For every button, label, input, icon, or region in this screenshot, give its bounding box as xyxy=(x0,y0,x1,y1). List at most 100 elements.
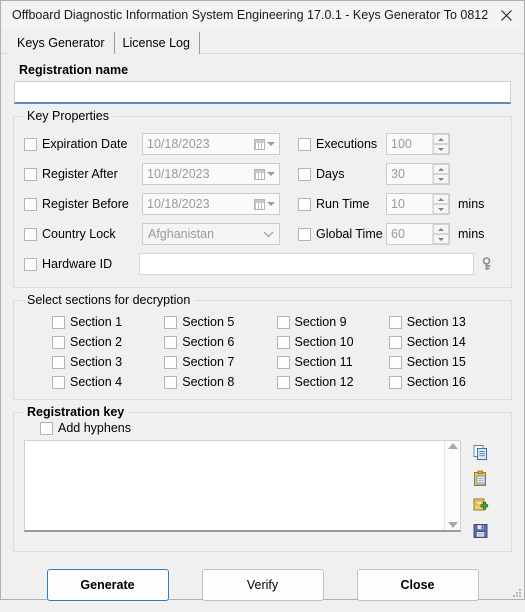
days-spinner[interactable]: 30 xyxy=(386,163,450,185)
country-lock-checkbox[interactable]: Country Lock xyxy=(24,227,142,241)
section-checkbox-11[interactable]: Section 11 xyxy=(276,355,389,369)
expiration-date-dropdown-button[interactable] xyxy=(249,134,279,154)
section-checkbox-2[interactable]: Section 2 xyxy=(52,335,164,349)
tab-keys-generator[interactable]: Keys Generator xyxy=(9,32,115,54)
registration-name-input[interactable] xyxy=(14,81,511,104)
hardware-id-input[interactable] xyxy=(139,253,474,275)
add-key-button[interactable] xyxy=(469,494,493,515)
checkbox-box-icon xyxy=(40,421,53,435)
copy-button[interactable] xyxy=(469,442,493,463)
spinner-up-button[interactable] xyxy=(433,224,449,234)
resize-grip-icon[interactable] xyxy=(510,586,522,598)
global-time-value: 60 xyxy=(391,227,405,241)
key-tool-icon xyxy=(483,257,491,270)
register-before-date-picker[interactable]: 10/18/2023 xyxy=(142,193,280,215)
checkbox-box-icon xyxy=(24,257,37,271)
close-window-button[interactable] xyxy=(488,1,524,30)
registration-key-toolbar xyxy=(461,440,501,541)
days-value: 30 xyxy=(391,167,405,181)
checkbox-box-icon xyxy=(388,335,402,349)
keys-generator-window: Offboard Diagnostic Information System E… xyxy=(0,0,525,601)
section-label: Section 10 xyxy=(294,335,354,349)
chevron-down-icon xyxy=(266,142,275,146)
register-after-label: Register After xyxy=(42,167,118,181)
paste-button[interactable] xyxy=(469,468,493,489)
registration-name-field-wrap xyxy=(13,81,512,104)
registration-key-textarea[interactable] xyxy=(25,441,444,530)
country-lock-combobox[interactable]: Afghanistan xyxy=(142,223,280,245)
section-checkbox-5[interactable]: Section 5 xyxy=(164,315,276,329)
run-time-spinner[interactable]: 10 xyxy=(386,193,450,215)
section-checkbox-8[interactable]: Section 8 xyxy=(164,375,276,389)
registration-key-body: Add hyphens xyxy=(14,413,511,551)
section-checkbox-15[interactable]: Section 15 xyxy=(388,355,501,369)
add-hyphens-label: Add hyphens xyxy=(58,421,131,435)
section-checkbox-1[interactable]: Section 1 xyxy=(52,315,164,329)
tab-license-log[interactable]: License Log xyxy=(114,32,200,54)
section-checkbox-4[interactable]: Section 4 xyxy=(52,375,164,389)
expiration-date-picker[interactable]: 10/18/2023 xyxy=(142,133,280,155)
scroll-down-icon[interactable] xyxy=(447,522,458,528)
global-time-label: Global Time xyxy=(316,227,383,241)
checkbox-box-icon xyxy=(52,335,65,349)
key-properties-left-column: Expiration Date 10/18/2023 Register Afte… xyxy=(24,131,294,251)
hardware-id-checkbox[interactable]: Hardware ID xyxy=(24,257,139,271)
register-before-label: Register Before xyxy=(42,197,129,211)
calendar-icon xyxy=(253,168,265,180)
register-before-checkbox[interactable]: Register Before xyxy=(24,197,142,211)
executions-row: Executions 100 xyxy=(298,131,501,157)
hardware-id-detect-button[interactable] xyxy=(474,253,501,275)
section-checkbox-9[interactable]: Section 9 xyxy=(276,315,389,329)
save-button[interactable] xyxy=(469,520,493,541)
close-button[interactable]: Close xyxy=(356,569,479,601)
checkbox-box-icon xyxy=(52,355,65,369)
key-properties-right-column: Executions 100 Days 30 Run Time 10 mins … xyxy=(294,131,501,251)
expiration-date-checkbox[interactable]: Expiration Date xyxy=(24,137,142,151)
section-checkbox-10[interactable]: Section 10 xyxy=(276,335,389,349)
days-label: Days xyxy=(316,167,345,181)
section-checkbox-6[interactable]: Section 6 xyxy=(164,335,276,349)
add-hyphens-checkbox[interactable]: Add hyphens xyxy=(40,421,501,435)
generate-button[interactable]: Generate xyxy=(46,569,169,601)
combobox-arrow-button[interactable] xyxy=(257,230,279,238)
spinner-down-button[interactable] xyxy=(433,204,449,214)
triangle-down-icon xyxy=(438,237,444,241)
spinner-down-button[interactable] xyxy=(433,234,449,244)
run-time-checkbox[interactable]: Run Time xyxy=(298,197,386,211)
calendar-icon xyxy=(253,198,265,210)
spinner-down-button[interactable] xyxy=(433,144,449,154)
scroll-up-icon[interactable] xyxy=(447,443,458,449)
days-checkbox[interactable]: Days xyxy=(298,167,386,181)
section-checkbox-3[interactable]: Section 3 xyxy=(52,355,164,369)
checkbox-box-icon xyxy=(298,137,311,151)
section-checkbox-7[interactable]: Section 7 xyxy=(164,355,276,369)
section-checkbox-16[interactable]: Section 16 xyxy=(388,375,501,389)
run-time-row: Run Time 10 mins xyxy=(298,191,501,217)
section-label: Section 3 xyxy=(70,355,123,369)
expiration-date-value: 10/18/2023 xyxy=(147,137,210,151)
triangle-down-icon xyxy=(438,147,444,151)
spinner-down-button[interactable] xyxy=(433,174,449,184)
section-label: Section 5 xyxy=(182,315,235,329)
executions-spinner[interactable]: 100 xyxy=(386,133,450,155)
global-time-checkbox[interactable]: Global Time xyxy=(298,227,386,241)
section-checkbox-14[interactable]: Section 14 xyxy=(388,335,501,349)
section-label: Section 8 xyxy=(182,375,235,389)
spinner-up-button[interactable] xyxy=(433,194,449,204)
verify-button[interactable]: Verify xyxy=(201,569,324,601)
section-checkbox-13[interactable]: Section 13 xyxy=(388,315,501,329)
register-after-date-picker[interactable]: 10/18/2023 xyxy=(142,163,280,185)
spinner-up-button[interactable] xyxy=(433,134,449,144)
register-after-dropdown-button[interactable] xyxy=(249,164,279,184)
global-time-spinner[interactable]: 60 xyxy=(386,223,450,245)
spinner-up-button[interactable] xyxy=(433,164,449,174)
run-time-unit: mins xyxy=(458,197,485,211)
section-checkbox-12[interactable]: Section 12 xyxy=(276,375,389,389)
hardware-id-row: Hardware ID xyxy=(24,251,501,277)
register-after-checkbox[interactable]: Register After xyxy=(24,167,142,181)
registration-key-scrollbar[interactable] xyxy=(444,441,460,530)
save-icon xyxy=(473,523,488,538)
calendar-icon xyxy=(253,138,265,150)
executions-checkbox[interactable]: Executions xyxy=(298,137,386,151)
register-before-dropdown-button[interactable] xyxy=(249,194,279,214)
